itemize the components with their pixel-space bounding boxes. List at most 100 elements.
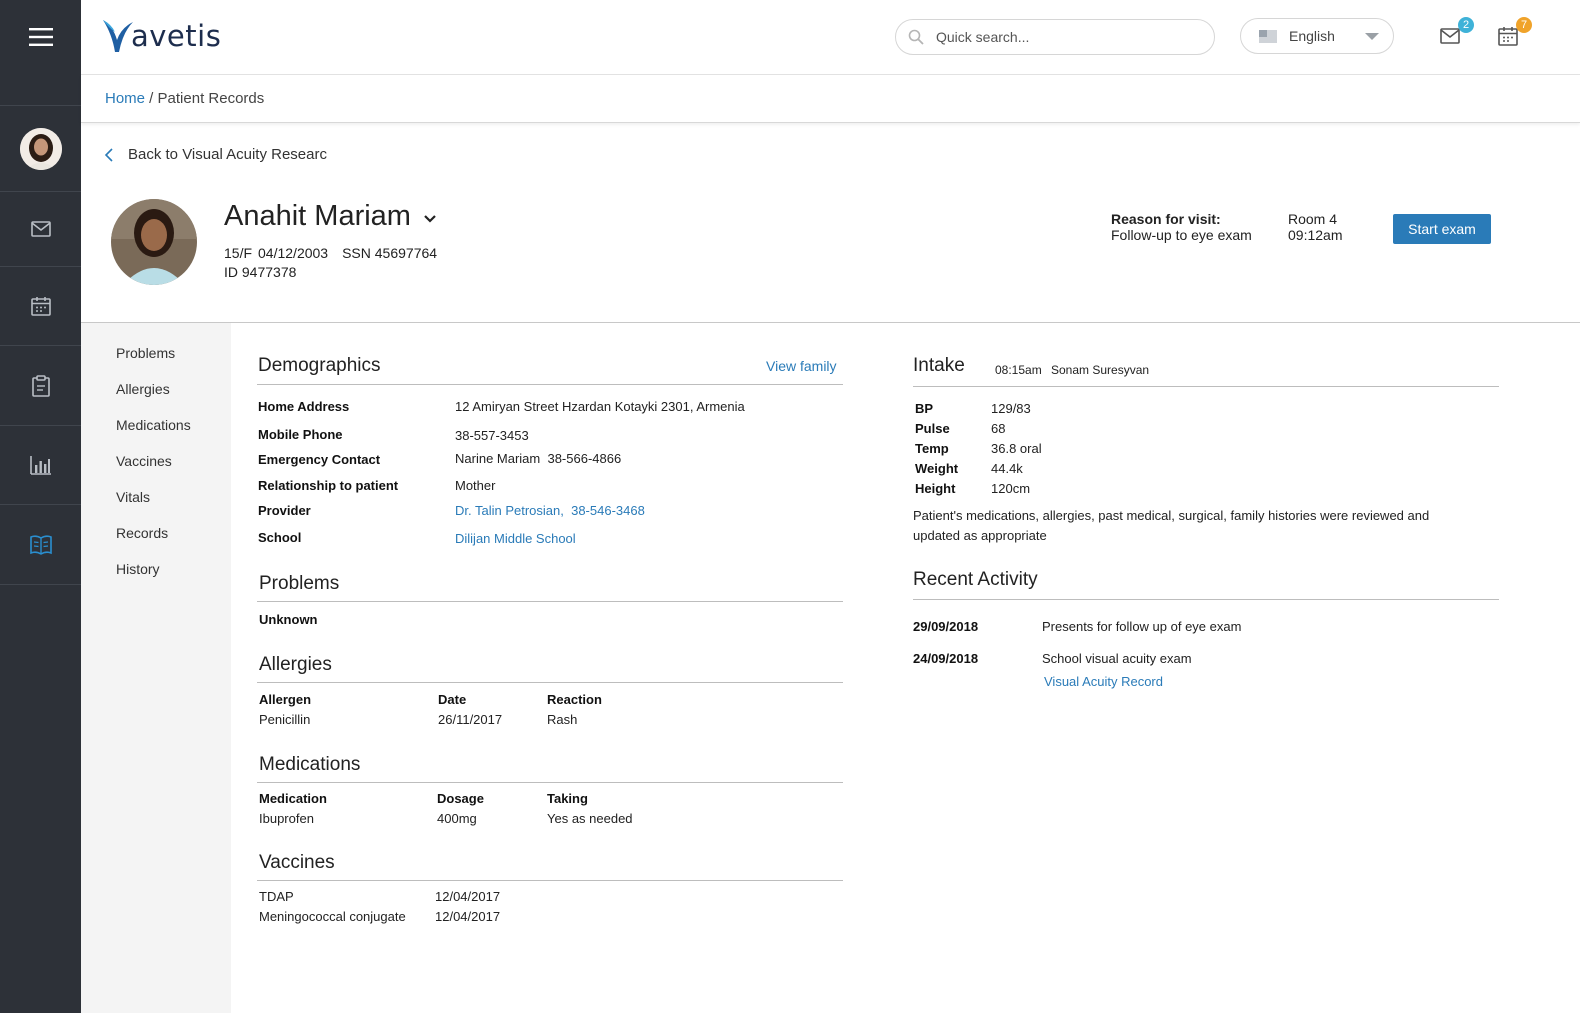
emergency-contact-label: Emergency Contact xyxy=(258,452,381,467)
calendar-badge: 7 xyxy=(1516,17,1532,33)
patient-name: Anahit Mariam xyxy=(224,200,411,232)
mail-icon xyxy=(1440,28,1460,44)
patient-age-sex: 15/F xyxy=(224,245,253,261)
calendar-button[interactable]: 7 xyxy=(1498,17,1532,48)
start-exam-button[interactable]: Start exam xyxy=(1393,214,1491,244)
vital-label-height: Height xyxy=(915,481,956,496)
logo[interactable]: avetis xyxy=(101,14,221,54)
vital-value-pulse: 68 xyxy=(991,421,1006,436)
vaccine-date: 12/04/2017 xyxy=(435,909,501,924)
visual-acuity-record-link[interactable]: Visual Acuity Record xyxy=(1044,674,1163,689)
medications-divider xyxy=(257,782,843,783)
medications-title: Medications xyxy=(259,754,361,775)
intake-divider xyxy=(913,386,1499,387)
vital-label-pulse: Pulse xyxy=(915,421,950,436)
provider-label: Provider xyxy=(258,503,311,518)
vaccines-title: Vaccines xyxy=(259,852,335,873)
breadcrumb-current: Patient Records xyxy=(157,90,265,107)
nav-problems[interactable]: Problems xyxy=(116,345,175,361)
vaccine-name: TDAP xyxy=(259,889,294,904)
medication-dosage: 400mg xyxy=(437,811,477,826)
menu-button[interactable] xyxy=(0,0,81,74)
rail-mail[interactable] xyxy=(0,192,81,267)
rail-clipboard[interactable] xyxy=(0,346,81,426)
home-address-value: 12 Amiryan Street Hzardan Kotayki 2301, … xyxy=(455,399,745,414)
activity-text: School visual acuity exam xyxy=(1042,651,1192,666)
activity-date: 29/09/2018 xyxy=(913,619,979,634)
logo-text: avetis xyxy=(131,19,222,53)
problem-item: Unknown xyxy=(259,612,318,627)
visit-reason-label: Reason for visit: xyxy=(1111,211,1221,227)
patient-ssn: SSN 45697764 xyxy=(342,245,438,261)
breadcrumb-home[interactable]: Home xyxy=(105,90,145,107)
visit-reason: Reason for visit: Follow-up to eye exam xyxy=(1111,211,1252,243)
intake-nurse: Sonam Suresyvan xyxy=(1051,363,1150,377)
language-select[interactable]: English xyxy=(1240,18,1394,54)
side-rail xyxy=(0,0,81,1013)
bird-logo-icon xyxy=(103,20,133,52)
vaccines-divider xyxy=(257,880,843,881)
allergy-allergen: Penicillin xyxy=(259,712,311,727)
allergies-header-allergen: Allergen xyxy=(259,692,312,707)
medication-name: Ibuprofen xyxy=(259,811,314,826)
language-label: English xyxy=(1289,28,1335,44)
chevron-down-icon xyxy=(424,214,436,223)
visit-reason-value: Follow-up to eye exam xyxy=(1111,227,1252,243)
vital-label-temp: Temp xyxy=(915,441,949,456)
nav-history[interactable]: History xyxy=(116,561,160,577)
quick-search[interactable] xyxy=(895,19,1215,55)
mail-icon xyxy=(30,221,51,237)
intake-note: Patient's medications, allergies, past m… xyxy=(913,508,1430,543)
provider-link[interactable]: Dr. Talin Petrosian, 38-546-3468 xyxy=(455,503,645,518)
vital-value-bp: 129/83 xyxy=(991,401,1031,416)
recent-activity-divider xyxy=(913,599,1499,600)
nav-vaccines[interactable]: Vaccines xyxy=(116,453,172,469)
visit-room: Room 4 09:12am xyxy=(1288,211,1342,243)
allergies-divider xyxy=(257,682,843,683)
nav-vitals[interactable]: Vitals xyxy=(116,489,150,505)
mail-badge: 2 xyxy=(1458,17,1474,33)
breadcrumb: Home / Patient Records xyxy=(81,75,1580,123)
allergies-header-date: Date xyxy=(438,692,467,707)
medications-header-taking: Taking xyxy=(547,791,588,806)
intake-time: 08:15am xyxy=(995,363,1042,377)
relationship-value: Mother xyxy=(455,478,496,493)
visit-time: 09:12am xyxy=(1288,227,1343,243)
view-family-link[interactable]: View family xyxy=(766,358,837,374)
allergy-date: 26/11/2017 xyxy=(438,712,503,727)
calendar-icon xyxy=(1498,27,1518,46)
rail-reports[interactable] xyxy=(0,426,81,505)
medications-header-dosage: Dosage xyxy=(437,791,484,806)
nav-medications[interactable]: Medications xyxy=(116,417,191,433)
relationship-label: Relationship to patient xyxy=(258,478,399,493)
vital-value-temp: 36.8 oral xyxy=(991,441,1042,456)
mobile-phone-label: Mobile Phone xyxy=(258,427,343,442)
user-avatar-button[interactable] xyxy=(0,105,81,192)
vaccine-date: 12/04/2017 xyxy=(435,889,501,904)
search-input[interactable] xyxy=(936,29,1196,45)
patient-meta: 15/F 04/12/2003 SSN 45697764 ID 9477378 xyxy=(224,244,449,282)
back-link[interactable]: Back to Visual Acuity Researc xyxy=(104,146,327,163)
chevron-down-icon xyxy=(1365,33,1379,40)
medication-taking: Yes as needed xyxy=(547,811,633,826)
nav-records[interactable]: Records xyxy=(116,525,168,541)
chevron-left-icon xyxy=(104,147,113,162)
intake-title: Intake xyxy=(913,355,965,376)
vaccine-name: Meningococcal conjugate xyxy=(259,909,406,924)
activity-date: 24/09/2018 xyxy=(913,651,979,666)
clipboard-icon xyxy=(31,374,50,397)
school-label: School xyxy=(258,530,302,545)
school-link[interactable]: Dilijan Middle School xyxy=(455,531,576,546)
allergy-reaction: Rash xyxy=(547,712,578,727)
patient-name-toggle[interactable]: Anahit Mariam xyxy=(224,200,437,233)
patient-id: ID 9477378 xyxy=(224,264,297,280)
nav-allergies[interactable]: Allergies xyxy=(116,381,170,397)
rail-records[interactable] xyxy=(0,505,81,585)
book-icon xyxy=(29,534,52,555)
mail-button[interactable]: 2 xyxy=(1440,17,1474,48)
calendar-icon xyxy=(30,297,51,316)
flag-icon xyxy=(1259,29,1277,43)
rail-calendar[interactable] xyxy=(0,267,81,346)
problems-title: Problems xyxy=(259,573,340,594)
bar-chart-icon xyxy=(29,456,51,475)
